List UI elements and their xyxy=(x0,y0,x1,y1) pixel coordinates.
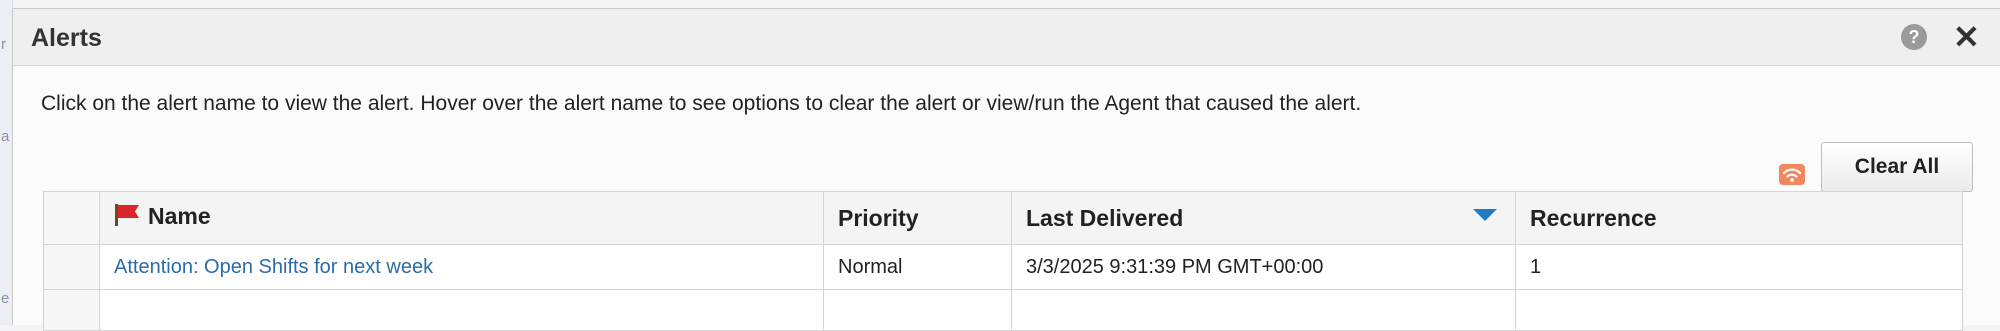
close-icon[interactable]: ✕ xyxy=(1953,18,1980,56)
alert-name-cell: Attention: Open Shifts for next week xyxy=(99,244,824,290)
empty-table-row xyxy=(43,289,1963,331)
column-header-label: Last Delivered xyxy=(1026,204,1184,231)
row-selector[interactable] xyxy=(43,244,100,290)
background-fragment: r xyxy=(1,36,6,53)
dialog-titlebar: Alerts ? ✕ xyxy=(13,9,2000,66)
flag-icon xyxy=(114,203,142,233)
rss-feed-icon[interactable] xyxy=(1779,164,1805,185)
alerts-table: Name Priority Last Delivered Recurrence … xyxy=(43,191,1963,331)
row-selector-header xyxy=(43,191,100,245)
column-header-recurrence[interactable]: Recurrence xyxy=(1515,191,1963,245)
empty-cell xyxy=(823,289,1012,331)
empty-cell xyxy=(1515,289,1963,331)
priority-cell: Normal xyxy=(823,244,1012,290)
column-header-priority[interactable]: Priority xyxy=(823,191,1012,245)
instructions-text: Click on the alert name to view the aler… xyxy=(41,92,1362,115)
last-delivered-cell: 3/3/2025 9:31:39 PM GMT+00:00 xyxy=(1011,244,1516,290)
sort-descending-icon[interactable] xyxy=(1473,209,1497,221)
row-selector xyxy=(43,289,100,331)
column-header-last-delivered[interactable]: Last Delivered xyxy=(1011,191,1516,245)
alert-name-link[interactable]: Attention: Open Shifts for next week xyxy=(114,256,433,278)
alerts-dialog: Alerts ? ✕ Click on the alert name to vi… xyxy=(12,8,2000,331)
background-fragment: e xyxy=(1,290,10,307)
table-row: Attention: Open Shifts for next week Nor… xyxy=(43,244,1963,290)
table-header-row: Name Priority Last Delivered Recurrence xyxy=(43,191,1963,245)
question-circle-icon[interactable]: ? xyxy=(1901,24,1927,50)
dialog-title: Alerts xyxy=(31,24,102,52)
empty-cell xyxy=(1011,289,1516,331)
column-header-name[interactable]: Name xyxy=(99,191,824,245)
background-fragment: a xyxy=(1,128,10,145)
recurrence-cell: 1 xyxy=(1515,244,1963,290)
column-header-label: Name xyxy=(148,203,211,229)
empty-cell xyxy=(99,289,824,331)
clear-all-button[interactable]: Clear All xyxy=(1821,142,1973,192)
